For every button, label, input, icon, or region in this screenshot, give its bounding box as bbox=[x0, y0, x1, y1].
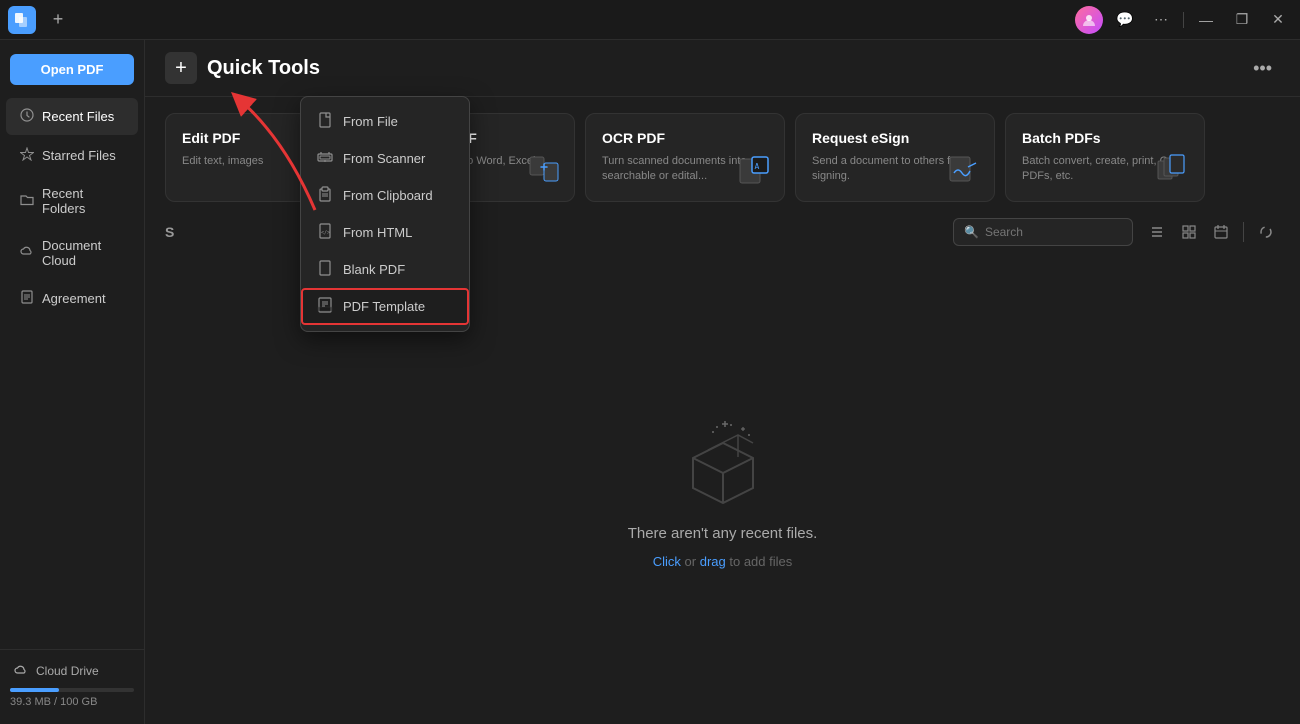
sidebar-item-document-cloud[interactable]: Document Cloud bbox=[6, 228, 138, 278]
title-bar-right: 💬 ⋯ — ❐ ✕ bbox=[1075, 6, 1292, 34]
from-html-label: From HTML bbox=[343, 225, 412, 240]
title-bar: + 💬 ⋯ — ❐ ✕ bbox=[0, 0, 1300, 40]
minimize-button[interactable]: — bbox=[1192, 6, 1220, 34]
view-divider bbox=[1243, 222, 1244, 242]
header-more-button[interactable]: ••• bbox=[1245, 54, 1280, 83]
empty-state-title: There aren't any recent files. bbox=[628, 525, 818, 542]
from-clipboard-label: From Clipboard bbox=[343, 188, 433, 203]
dropdown-blank-pdf[interactable]: Blank PDF bbox=[301, 251, 469, 288]
title-divider bbox=[1183, 12, 1184, 28]
loading-button[interactable] bbox=[1252, 218, 1280, 246]
tool-card-batch[interactable]: Batch PDFs Batch convert, create, print,… bbox=[1005, 113, 1205, 202]
blank-pdf-icon bbox=[317, 260, 333, 279]
content-header: + Quick Tools ••• bbox=[145, 40, 1300, 97]
drag-link[interactable]: drag bbox=[700, 554, 726, 569]
list-view-button[interactable] bbox=[1143, 218, 1171, 246]
svg-text:A: A bbox=[755, 162, 760, 171]
cloud-drive-label: Cloud Drive bbox=[36, 664, 99, 678]
close-button[interactable]: ✕ bbox=[1264, 6, 1292, 34]
sidebar-item-agreement[interactable]: Agreement bbox=[6, 280, 138, 317]
sidebar-label-cloud: Document Cloud bbox=[42, 238, 124, 268]
user-avatar[interactable] bbox=[1075, 6, 1103, 34]
tool-card-esign-title: Request eSign bbox=[812, 130, 978, 146]
from-file-icon bbox=[317, 112, 333, 131]
search-icon: 🔍 bbox=[964, 225, 979, 239]
tab-add-button[interactable]: + bbox=[44, 6, 72, 34]
storage-text: 39.3 MB / 100 GB bbox=[10, 696, 134, 708]
maximize-button[interactable]: ❐ bbox=[1228, 6, 1256, 34]
tool-card-esign[interactable]: Request eSign Send a document to others … bbox=[795, 113, 995, 202]
add-button[interactable]: + bbox=[165, 52, 197, 84]
storage-bar bbox=[10, 688, 134, 692]
tool-card-ocr[interactable]: OCR PDF Turn scanned documents into sear… bbox=[585, 113, 785, 202]
calendar-view-button[interactable] bbox=[1207, 218, 1235, 246]
grid-view-button[interactable] bbox=[1175, 218, 1203, 246]
app-icon bbox=[8, 6, 36, 34]
recent-files-icon bbox=[20, 108, 34, 125]
empty-box-icon bbox=[673, 413, 773, 513]
dropdown-from-scanner[interactable]: From Scanner bbox=[301, 140, 469, 177]
click-link[interactable]: Click bbox=[653, 554, 681, 569]
cloud-icon bbox=[20, 245, 34, 262]
cloud-drive-item[interactable]: Cloud Drive bbox=[10, 658, 134, 684]
search-box[interactable]: 🔍 bbox=[953, 218, 1133, 246]
content-area: + Quick Tools ••• Edit PDF Edit text, im… bbox=[145, 40, 1300, 724]
blank-pdf-label: Blank PDF bbox=[343, 262, 405, 277]
from-clipboard-icon bbox=[317, 186, 333, 205]
dropdown-from-html[interactable]: </> From HTML bbox=[301, 214, 469, 251]
svg-text:</>: </> bbox=[321, 230, 330, 236]
sidebar-bottom: Cloud Drive 39.3 MB / 100 GB bbox=[0, 649, 144, 716]
folder-icon bbox=[20, 193, 34, 210]
sidebar-label-recent: Recent Files bbox=[42, 109, 114, 124]
tool-card-batch-title: Batch PDFs bbox=[1022, 130, 1188, 146]
files-section-title: S bbox=[165, 224, 943, 240]
agreement-icon bbox=[20, 290, 34, 307]
open-pdf-button[interactable]: Open PDF bbox=[10, 54, 134, 85]
empty-state-subtitle: Click or drag to add files bbox=[653, 554, 793, 569]
main-layout: Open PDF Recent Files Starred Files Rece… bbox=[0, 40, 1300, 724]
sidebar-item-starred-files[interactable]: Starred Files bbox=[6, 137, 138, 174]
sidebar: Open PDF Recent Files Starred Files Rece… bbox=[0, 40, 145, 724]
dropdown-menu: From File From Scanner From Clipboard </… bbox=[300, 96, 470, 332]
tool-card-ocr-title: OCR PDF bbox=[602, 130, 768, 146]
sidebar-label-folders: Recent Folders bbox=[42, 186, 124, 216]
from-html-icon: </> bbox=[317, 223, 333, 242]
dropdown-from-file[interactable]: From File bbox=[301, 103, 469, 140]
chat-button[interactable]: 💬 bbox=[1111, 6, 1139, 34]
search-input[interactable] bbox=[985, 225, 1122, 239]
sidebar-label-starred: Starred Files bbox=[42, 148, 116, 163]
from-scanner-label: From Scanner bbox=[343, 151, 425, 166]
sidebar-label-agreement: Agreement bbox=[42, 291, 106, 306]
more-options-button[interactable]: ⋯ bbox=[1147, 6, 1175, 34]
page-title: Quick Tools bbox=[207, 57, 320, 80]
dropdown-pdf-template[interactable]: PDF Template bbox=[301, 288, 469, 325]
view-buttons bbox=[1143, 218, 1280, 246]
from-file-label: From File bbox=[343, 114, 398, 129]
starred-icon bbox=[20, 147, 34, 164]
pdf-template-label: PDF Template bbox=[343, 299, 425, 314]
from-scanner-icon bbox=[317, 149, 333, 168]
sidebar-item-recent-folders[interactable]: Recent Folders bbox=[6, 176, 138, 226]
storage-fill bbox=[10, 688, 59, 692]
dropdown-from-clipboard[interactable]: From Clipboard bbox=[301, 177, 469, 214]
sidebar-item-recent-files[interactable]: Recent Files bbox=[6, 98, 138, 135]
pdf-template-icon bbox=[317, 297, 333, 316]
title-bar-left: + bbox=[8, 6, 72, 34]
